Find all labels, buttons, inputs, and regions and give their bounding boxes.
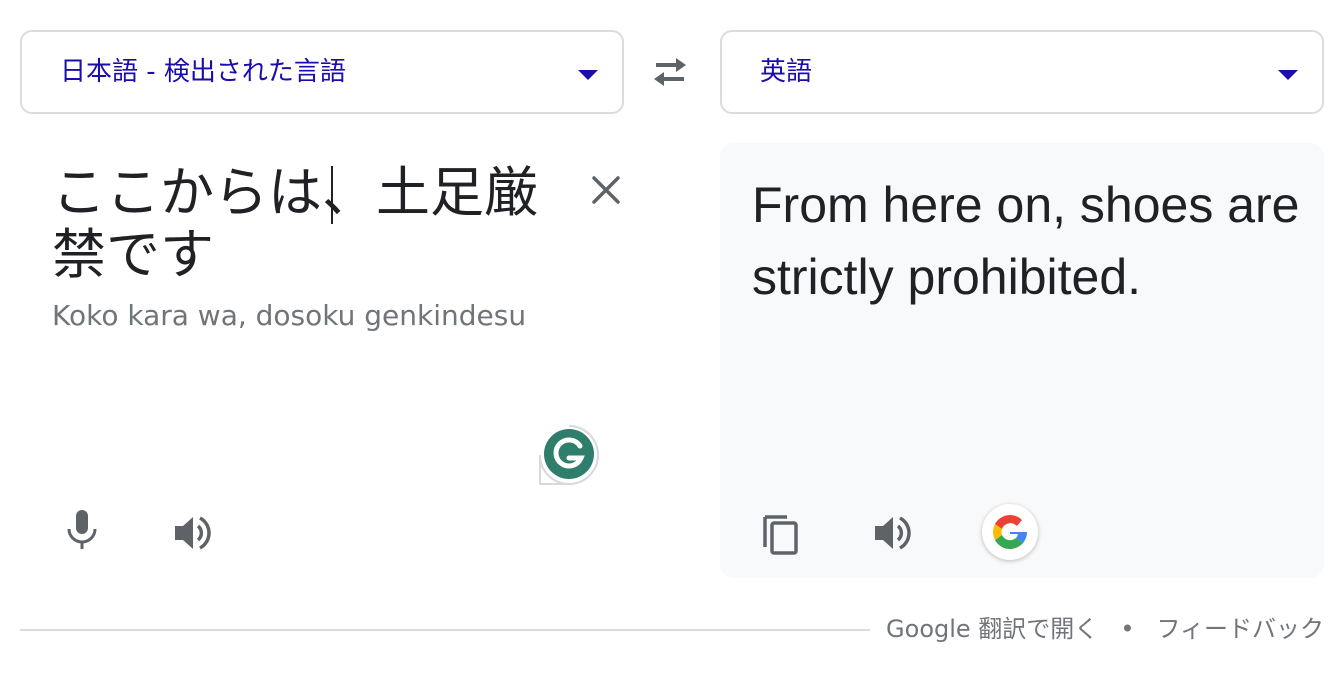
source-speaker-button[interactable] bbox=[166, 505, 222, 561]
copy-icon bbox=[763, 515, 798, 555]
close-icon bbox=[592, 176, 620, 204]
target-language-select[interactable]: 英語 bbox=[720, 30, 1324, 114]
footer: Google 翻訳で開く • フィードバック bbox=[886, 612, 1324, 646]
source-language-select[interactable]: 日本語 - 検出された言語 bbox=[20, 30, 624, 114]
swap-languages-button[interactable] bbox=[646, 52, 694, 92]
chevron-down-icon bbox=[578, 70, 598, 80]
chevron-down-icon bbox=[1278, 70, 1298, 80]
target-language-label: 英語 bbox=[760, 57, 813, 87]
microphone-icon bbox=[67, 510, 97, 549]
footer-separator: • bbox=[1120, 615, 1135, 643]
google-search-button[interactable] bbox=[982, 504, 1038, 560]
translate-widget: 日本語 - 検出された言語 英語 ここからは、土足厳禁です Koko kara … bbox=[0, 0, 1344, 680]
translation-result-panel: From here on, shoes are strictly prohibi… bbox=[720, 143, 1324, 578]
result-speaker-button[interactable] bbox=[866, 505, 922, 561]
translation-result-text: From here on, shoes are strictly prohibi… bbox=[752, 177, 1300, 305]
feedback-link[interactable]: フィードバック bbox=[1156, 615, 1324, 643]
microphone-button[interactable] bbox=[54, 502, 110, 558]
source-language-label: 日本語 - 検出された言語 bbox=[60, 57, 346, 87]
speaker-icon bbox=[875, 516, 911, 550]
speaker-icon bbox=[175, 516, 211, 550]
grammarly-icon bbox=[539, 425, 599, 485]
copy-button[interactable] bbox=[754, 505, 810, 561]
clear-text-button[interactable] bbox=[586, 170, 626, 210]
romanization-text: Koko kara wa, dosoku genkindesu bbox=[52, 299, 527, 332]
text-caret bbox=[331, 166, 333, 224]
source-text-input[interactable]: ここからは、土足厳禁です bbox=[52, 162, 582, 286]
swap-arrows-icon bbox=[654, 58, 686, 86]
divider bbox=[20, 629, 870, 631]
open-in-google-translate-link[interactable]: Google 翻訳で開く bbox=[886, 615, 1098, 643]
google-g-icon bbox=[993, 515, 1027, 550]
grammarly-button[interactable] bbox=[538, 424, 600, 486]
